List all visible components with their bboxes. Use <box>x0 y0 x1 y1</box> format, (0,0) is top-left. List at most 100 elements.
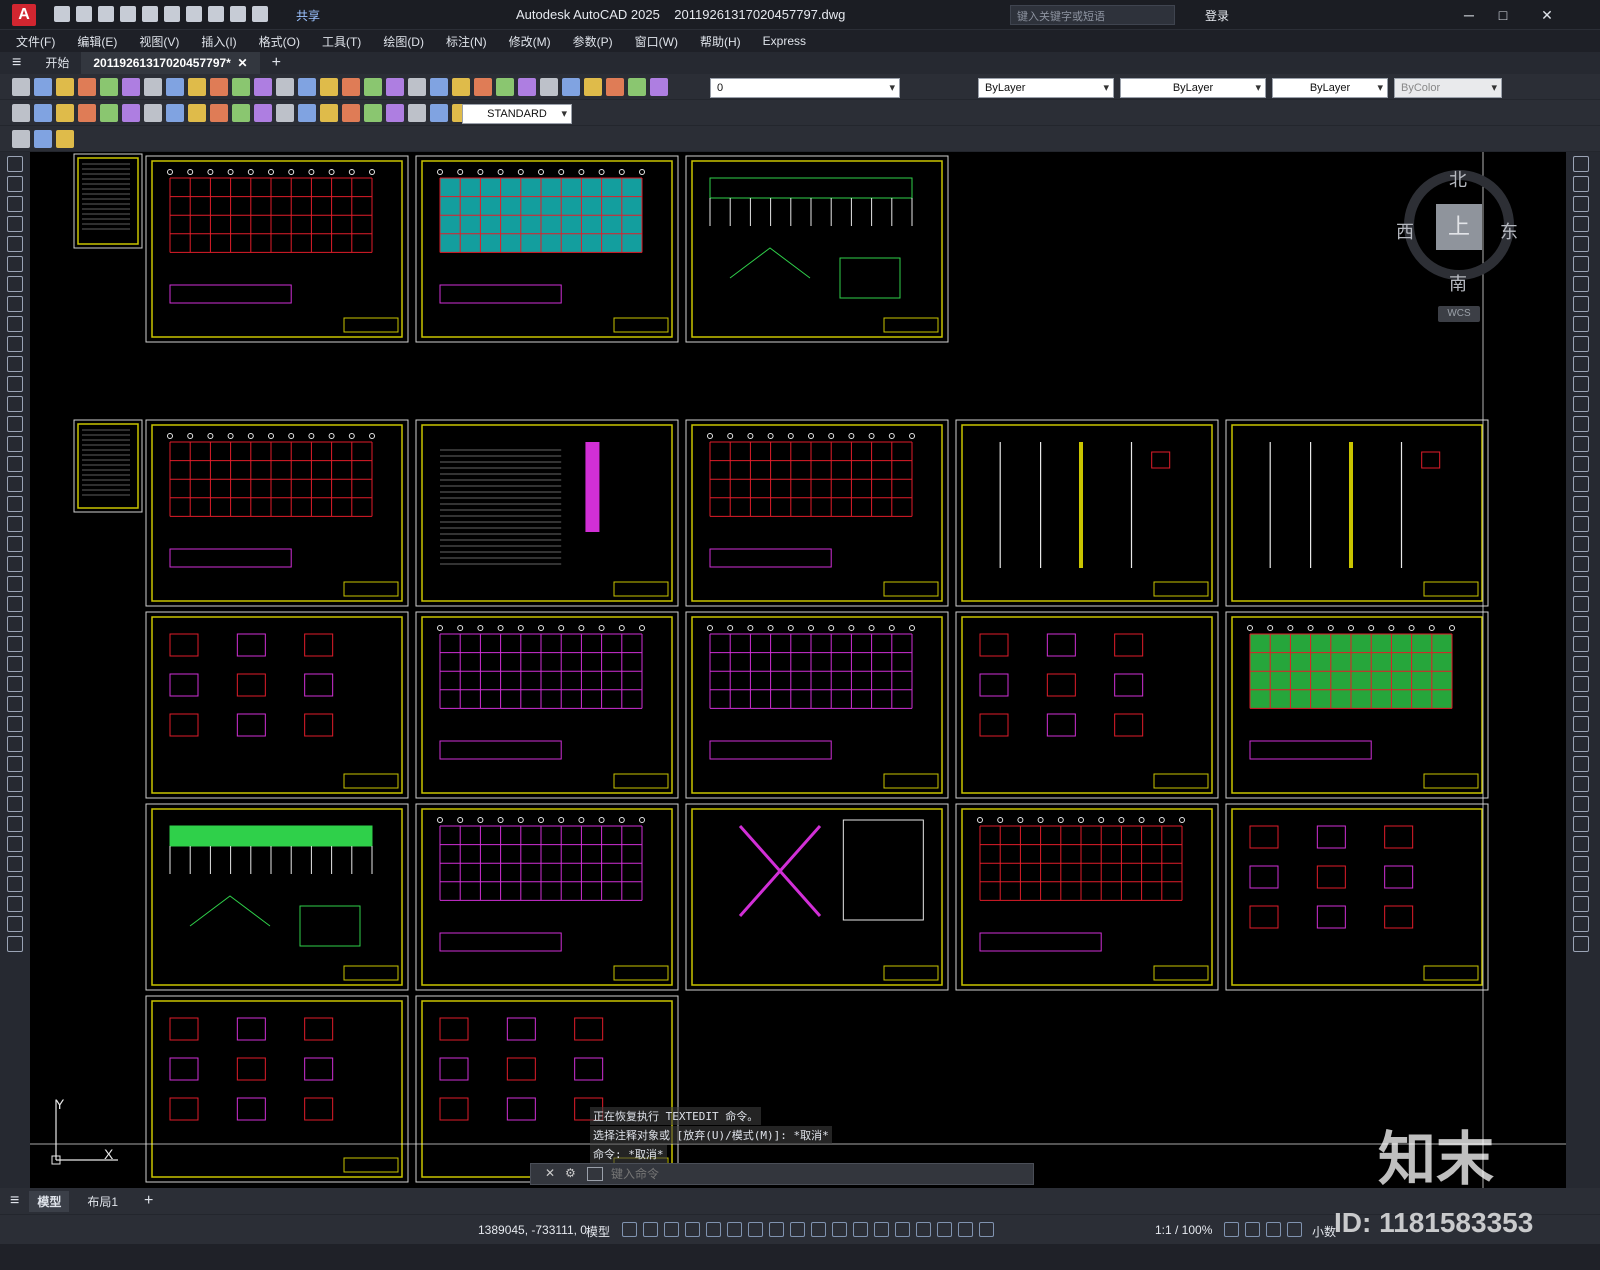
save-web-icon[interactable] <box>164 6 180 22</box>
undo-icon[interactable] <box>208 6 224 22</box>
draw-tool-13-icon[interactable] <box>7 396 23 412</box>
modify-tool-12-icon[interactable] <box>1573 376 1589 392</box>
menu-insert[interactable]: 插入(I) <box>201 33 236 50</box>
modify-tool-13-icon[interactable] <box>1573 396 1589 412</box>
modify-tool-18-icon[interactable] <box>1573 496 1589 512</box>
qat-dropdown-icon[interactable] <box>252 6 268 22</box>
drafting-toggle-18-icon[interactable] <box>979 1222 994 1237</box>
drafting-toggle-5-icon[interactable] <box>706 1222 721 1237</box>
dimension-tool-1-icon[interactable] <box>12 104 30 122</box>
drafting-toggle-6-icon[interactable] <box>727 1222 742 1237</box>
draw-tool-7-icon[interactable] <box>7 276 23 292</box>
drafting-toggle-17-icon[interactable] <box>958 1222 973 1237</box>
modify-tool-2-icon[interactable] <box>1573 176 1589 192</box>
draw-tool-32-icon[interactable] <box>7 776 23 792</box>
draw-tool-19-icon[interactable] <box>7 516 23 532</box>
modify-tool-23-icon[interactable] <box>1573 596 1589 612</box>
menu-view[interactable]: 视图(V) <box>139 33 179 50</box>
standard-tool-21-icon[interactable] <box>452 78 470 96</box>
dimension-tool-20-icon[interactable] <box>430 104 448 122</box>
draw-tool-22-icon[interactable] <box>7 576 23 592</box>
modify-tool-6-icon[interactable] <box>1573 256 1589 272</box>
extra-tool-3-icon[interactable] <box>56 130 74 148</box>
draw-tool-1-icon[interactable] <box>7 156 23 172</box>
open-file-icon[interactable] <box>76 6 92 22</box>
drafting-toggle-3-icon[interactable] <box>664 1222 679 1237</box>
modify-tool-5-icon[interactable] <box>1573 236 1589 252</box>
standard-tool-5-icon[interactable] <box>100 78 118 96</box>
draw-tool-9-icon[interactable] <box>7 316 23 332</box>
tab-layout1[interactable]: 布局1 <box>79 1191 126 1212</box>
add-layout-button[interactable]: + <box>136 1190 161 1212</box>
modify-tool-7-icon[interactable] <box>1573 276 1589 292</box>
standard-tool-4-icon[interactable] <box>78 78 96 96</box>
hamburger-menu-icon[interactable]: ≡ <box>0 52 33 74</box>
modify-tool-38-icon[interactable] <box>1573 896 1589 912</box>
draw-tool-30-icon[interactable] <box>7 736 23 752</box>
dimension-tool-19-icon[interactable] <box>408 104 426 122</box>
new-file-icon[interactable] <box>54 6 70 22</box>
draw-tool-11-icon[interactable] <box>7 356 23 372</box>
standard-tool-30-icon[interactable] <box>650 78 668 96</box>
standard-tool-27-icon[interactable] <box>584 78 602 96</box>
standard-tool-22-icon[interactable] <box>474 78 492 96</box>
standard-tool-9-icon[interactable] <box>188 78 206 96</box>
dimension-tool-16-icon[interactable] <box>342 104 360 122</box>
layout-menu-icon[interactable]: ≡ <box>10 1192 19 1210</box>
customize-command-line-icon[interactable]: ⚙ <box>565 1166 576 1180</box>
draw-tool-16-icon[interactable] <box>7 456 23 472</box>
drafting-toggle-1-icon[interactable] <box>622 1222 637 1237</box>
draw-tool-6-icon[interactable] <box>7 256 23 272</box>
login-button[interactable]: 登录 <box>1205 7 1229 24</box>
plotstyle-dropdown[interactable]: ByColor ▾ <box>1394 78 1502 98</box>
draw-tool-4-icon[interactable] <box>7 216 23 232</box>
dimension-tool-18-icon[interactable] <box>386 104 404 122</box>
model-space-button[interactable]: 模型 <box>586 1223 610 1240</box>
open-web-icon[interactable] <box>142 6 158 22</box>
draw-tool-24-icon[interactable] <box>7 616 23 632</box>
modify-tool-11-icon[interactable] <box>1573 356 1589 372</box>
modify-tool-8-icon[interactable] <box>1573 296 1589 312</box>
draw-tool-38-icon[interactable] <box>7 896 23 912</box>
standard-tool-23-icon[interactable] <box>496 78 514 96</box>
standard-tool-2-icon[interactable] <box>34 78 52 96</box>
standard-tool-12-icon[interactable] <box>254 78 272 96</box>
modify-tool-10-icon[interactable] <box>1573 336 1589 352</box>
modify-tool-34-icon[interactable] <box>1573 816 1589 832</box>
workspace-toggle-1-icon[interactable] <box>1224 1222 1239 1237</box>
draw-tool-21-icon[interactable] <box>7 556 23 572</box>
wcs-menu[interactable]: WCS <box>1438 306 1480 322</box>
modify-tool-26-icon[interactable] <box>1573 656 1589 672</box>
viewcube-west[interactable]: 西 <box>1396 218 1414 244</box>
draw-tool-8-icon[interactable] <box>7 296 23 312</box>
command-prompt-icon[interactable] <box>587 1167 603 1181</box>
annotation-scale[interactable]: 1:1 / 100% <box>1155 1223 1212 1237</box>
standard-tool-25-icon[interactable] <box>540 78 558 96</box>
workspace-toggle-4-icon[interactable] <box>1287 1222 1302 1237</box>
draw-tool-17-icon[interactable] <box>7 476 23 492</box>
modify-tool-3-icon[interactable] <box>1573 196 1589 212</box>
standard-tool-10-icon[interactable] <box>210 78 228 96</box>
menu-tools[interactable]: 工具(T) <box>322 33 361 50</box>
standard-tool-1-icon[interactable] <box>12 78 30 96</box>
menu-help[interactable]: 帮助(H) <box>700 33 741 50</box>
modify-tool-36-icon[interactable] <box>1573 856 1589 872</box>
draw-tool-12-icon[interactable] <box>7 376 23 392</box>
draw-tool-36-icon[interactable] <box>7 856 23 872</box>
modify-tool-33-icon[interactable] <box>1573 796 1589 812</box>
drafting-toggle-12-icon[interactable] <box>853 1222 868 1237</box>
menu-express[interactable]: Express <box>763 34 806 48</box>
menu-format[interactable]: 格式(O) <box>259 33 300 50</box>
extra-tool-1-icon[interactable] <box>12 130 30 148</box>
draw-tool-10-icon[interactable] <box>7 336 23 352</box>
standard-tool-7-icon[interactable] <box>144 78 162 96</box>
standard-tool-20-icon[interactable] <box>430 78 448 96</box>
draw-tool-37-icon[interactable] <box>7 876 23 892</box>
maximize-button[interactable]: □ <box>1488 4 1518 26</box>
modify-tool-28-icon[interactable] <box>1573 696 1589 712</box>
drafting-toggle-14-icon[interactable] <box>895 1222 910 1237</box>
modify-tool-17-icon[interactable] <box>1573 476 1589 492</box>
menu-edit[interactable]: 编辑(E) <box>77 33 117 50</box>
drafting-toggle-8-icon[interactable] <box>769 1222 784 1237</box>
dimension-tool-2-icon[interactable] <box>34 104 52 122</box>
